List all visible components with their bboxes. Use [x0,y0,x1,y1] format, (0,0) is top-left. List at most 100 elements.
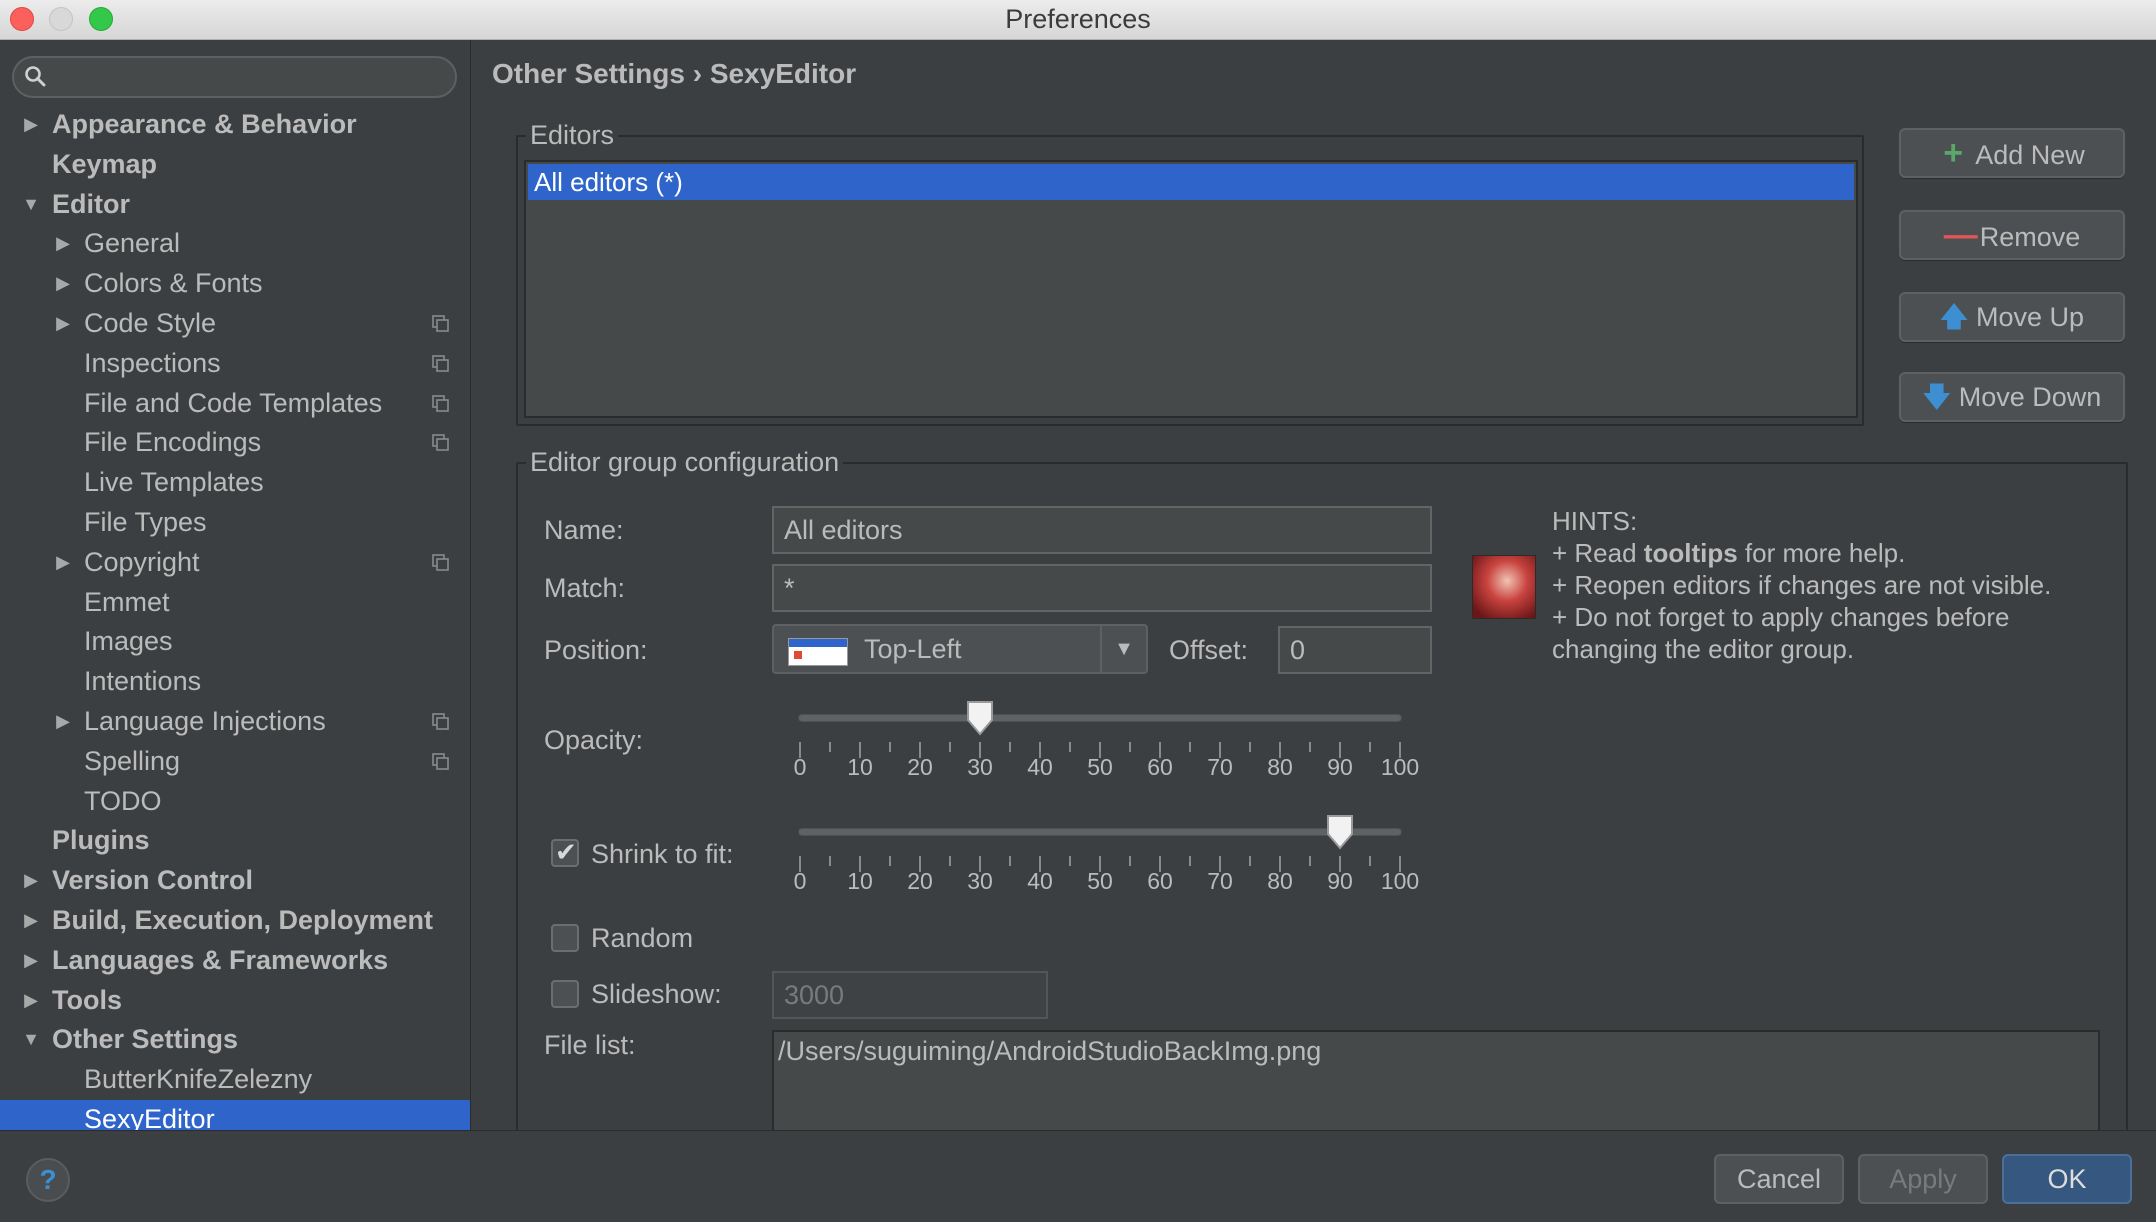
collapsed-arrow-icon[interactable]: ▶ [51,543,75,581]
expanded-arrow-icon[interactable]: ▼ [19,185,43,223]
opacity-slider-knob[interactable] [965,700,995,736]
slider-track[interactable] [798,714,1402,722]
slideshow-label: Slideshow: [591,979,722,1009]
random-checkbox[interactable] [551,924,579,952]
slider-tick-mark [1249,856,1251,866]
file-list[interactable]: /Users/suguiming/AndroidStudioBackImg.pn… [772,1030,2100,1130]
slider-tick-mark [1009,856,1011,866]
slideshow-checkbox[interactable] [551,980,579,1008]
slider-tick-label: 40 [1027,868,1053,894]
file-list-item[interactable]: /Users/suguiming/AndroidStudioBackImg.pn… [778,1036,2094,1067]
slider-tick-mark [889,742,891,752]
sidebar-item-language-injections[interactable]: ▶ Language Injections [0,702,470,740]
hint-apply-cont: changing the editor group. [1552,634,1855,664]
sidebar-item-plugins[interactable]: Plugins [0,821,470,859]
match-field[interactable]: * [772,564,1432,612]
expanded-arrow-icon[interactable]: ▼ [19,1020,43,1058]
slider-tick-mark [949,856,951,866]
remove-button[interactable]: —Remove [1899,210,2125,260]
sidebar-item-inspections[interactable]: Inspections [0,344,470,382]
collapsed-arrow-icon[interactable]: ▶ [19,981,43,1019]
ok-button[interactable]: OK [2002,1154,2132,1204]
match-label: Match: [544,573,626,603]
sidebar-item-intentions[interactable]: Intentions [0,662,470,700]
sidebar-item-sexyeditor[interactable]: SexyEditor [0,1100,470,1130]
sidebar-item-languages-frameworks[interactable]: ▶ Languages & Frameworks [0,941,470,979]
slideshow-interval-field[interactable]: 3000 [772,971,1048,1019]
project-settings-icon [432,752,449,770]
apply-button[interactable]: Apply [1858,1154,1988,1204]
slider-tick-mark [889,856,891,866]
minus-icon: — [1943,216,1978,254]
sidebar-item-images[interactable]: Images [0,622,470,660]
sidebar-item-live-templates[interactable]: Live Templates [0,463,470,501]
chevron-down-icon[interactable]: ▼ [1100,626,1146,672]
sidebar-item-label: Images [84,626,173,657]
slider-tick-label: 50 [1087,868,1113,894]
slider-tick-label: 40 [1027,754,1053,780]
editor-list-item[interactable]: All editors (*) [528,164,1854,200]
breadcrumb-separator: › [692,58,703,89]
search-box[interactable] [12,56,457,98]
sidebar-item-other-settings[interactable]: ▼ Other Settings [0,1020,470,1058]
position-dropdown[interactable]: Top-Left ▼ [772,624,1148,674]
add-new-button[interactable]: + Add New [1899,128,2125,178]
cancel-button[interactable]: Cancel [1714,1154,1844,1204]
slider-tick-label: 20 [907,754,933,780]
move-down-button[interactable]: 🡇 Move Down [1899,372,2125,422]
slider-tick-mark [829,856,831,866]
group-config-legend: Editor group configuration [530,447,840,477]
slider-tick-label: 50 [1087,754,1113,780]
breadcrumb-current: SexyEditor [709,58,857,89]
hint-suffix: for more help. [1737,538,1906,568]
sidebar-item-build-execution-deployment[interactable]: ▶ Build, Execution, Deployment [0,901,470,939]
sidebar-item-code-style[interactable]: ▶ Code Style [0,304,470,342]
offset-field[interactable]: 0 [1278,626,1432,674]
sidebar-item-label: Live Templates [84,467,264,498]
name-field[interactable]: All editors [772,506,1432,554]
shrink-slider-knob[interactable] [1325,814,1355,850]
sidebar-item-copyright[interactable]: ▶ Copyright [0,543,470,581]
sidebar-item-appearance-behavior[interactable]: ▶ Appearance & Behavior [0,105,470,143]
collapsed-arrow-icon[interactable]: ▶ [51,702,75,740]
sidebar-item-file-types[interactable]: File Types [0,503,470,541]
search-input[interactable] [58,61,448,93]
sidebar-item-general[interactable]: ▶ General [0,224,470,262]
collapsed-arrow-icon[interactable]: ▶ [51,304,75,342]
slider-tick-label: 100 [1380,754,1420,780]
slider-tick-mark [1069,742,1071,752]
collapsed-arrow-icon[interactable]: ▶ [51,224,75,262]
sidebar-item-colors-fonts[interactable]: ▶ Colors & Fonts [0,264,470,302]
hints-title: HINTS: [1552,506,1638,536]
sidebar-item-label: Colors & Fonts [84,268,263,299]
collapsed-arrow-icon[interactable]: ▶ [19,901,43,939]
title-bar: Preferences [0,0,2156,40]
slider-track[interactable] [798,828,1402,836]
help-button[interactable]: ? [26,1158,70,1202]
search-icon [25,66,46,87]
sidebar-item-file-and-code-templates[interactable]: File and Code Templates [0,384,470,422]
collapsed-arrow-icon[interactable]: ▶ [19,861,43,899]
move-up-button[interactable]: 🡅 Move Up [1899,292,2125,342]
collapsed-arrow-icon[interactable]: ▶ [19,941,43,979]
sidebar-item-emmet[interactable]: Emmet [0,583,470,621]
editors-list[interactable]: All editors (*) [524,160,1858,418]
slider-tick-label: 30 [967,868,993,894]
slider-tick-label: 90 [1327,868,1353,894]
sidebar-item-file-encodings[interactable]: File Encodings [0,423,470,461]
sidebar-item-keymap[interactable]: Keymap [0,145,470,183]
slider-tick-label: 0 [793,754,807,780]
collapsed-arrow-icon[interactable]: ▶ [51,264,75,302]
position-preview-icon [788,638,848,666]
shrink-to-fit-checkbox[interactable]: ✔ [551,837,579,867]
sidebar-item-todo[interactable]: TODO [0,782,470,820]
arrow-up-icon: 🡅 [1940,302,1968,332]
sidebar-item-version-control[interactable]: ▶ Version Control [0,861,470,899]
sidebar-item-butterknifezelezny[interactable]: ButterKnifeZelezny [0,1060,470,1098]
sidebar-item-label: File and Code Templates [84,387,383,418]
sidebar-item-tools[interactable]: ▶ Tools [0,981,470,1019]
sidebar-item-label: Version Control [52,865,254,896]
sidebar-item-editor[interactable]: ▼ Editor [0,185,470,223]
collapsed-arrow-icon[interactable]: ▶ [19,105,43,143]
sidebar-item-spelling[interactable]: Spelling [0,742,470,780]
